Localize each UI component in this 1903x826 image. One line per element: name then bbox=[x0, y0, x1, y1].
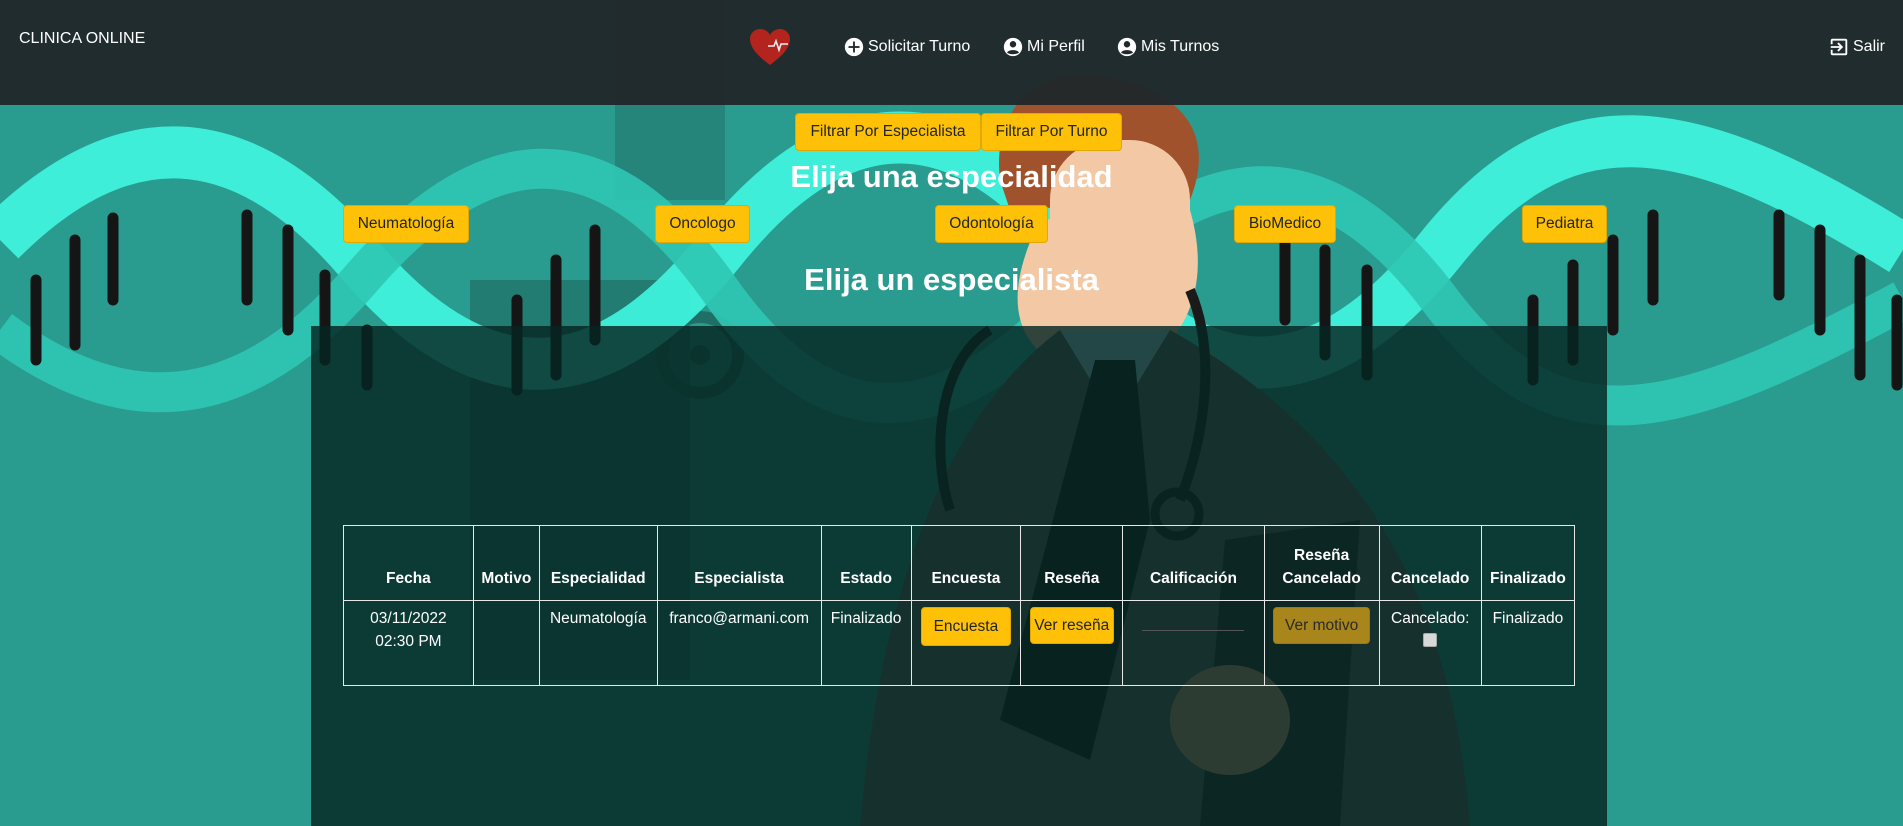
filter-by-turno-button[interactable]: Filtrar Por Turno bbox=[981, 113, 1122, 151]
specialty-button-neumatologia[interactable]: Neumatología bbox=[343, 205, 469, 243]
col-header-motivo: Motivo bbox=[472, 525, 540, 601]
ver-resena-button[interactable]: Ver reseña bbox=[1029, 607, 1114, 644]
nav-mi-perfil[interactable]: Mi Perfil bbox=[1002, 36, 1085, 58]
cancelado-label: Cancelado: bbox=[1391, 610, 1470, 627]
cell-resena-cancelado: Ver motivo bbox=[1263, 600, 1380, 686]
specialty-button-odontologia[interactable]: Odontología bbox=[935, 205, 1048, 243]
specialty-button-pediatra[interactable]: Pediatra bbox=[1522, 205, 1607, 243]
col-header-calificacion: Calificación bbox=[1122, 525, 1265, 601]
specialty-button-oncologo[interactable]: Oncologo bbox=[655, 205, 750, 243]
cell-finalizado: Finalizado bbox=[1480, 600, 1576, 686]
cell-encuesta: Encuesta bbox=[910, 600, 1022, 686]
specialist-heading: Elija un especialista bbox=[804, 262, 1099, 297]
cancelado-checkbox[interactable] bbox=[1423, 633, 1438, 647]
cell-calificacion bbox=[1122, 600, 1265, 686]
account-circle-icon bbox=[1003, 37, 1023, 57]
cell-fecha: 03/11/2022 02:30 PM bbox=[343, 600, 474, 686]
nav-salir[interactable]: Salir bbox=[1828, 36, 1885, 58]
turnos-table: Fecha Motivo Especialidad Especialista E… bbox=[343, 525, 1576, 686]
table-row: 03/11/2022 02:30 PM Neumatología franco@… bbox=[343, 600, 1576, 686]
encuesta-button[interactable]: Encuesta bbox=[920, 607, 1012, 646]
table-header-row: Fecha Motivo Especialidad Especialista E… bbox=[343, 525, 1576, 601]
nav-salir-label: Salir bbox=[1853, 38, 1886, 55]
exit-icon bbox=[1830, 38, 1848, 56]
ver-motivo-button[interactable]: Ver motivo bbox=[1273, 607, 1371, 644]
col-header-finalizado: Finalizado bbox=[1480, 525, 1576, 601]
turno-time: 02:30 PM bbox=[375, 633, 442, 650]
col-header-resena-cancelado: Reseña Cancelado bbox=[1263, 525, 1380, 601]
calificacion-divider bbox=[1142, 630, 1245, 631]
filter-by-specialist-button[interactable]: Filtrar Por Especialista bbox=[795, 113, 981, 151]
specialty-button-biomedico[interactable]: BioMedico bbox=[1234, 205, 1336, 243]
cell-resena: Ver reseña bbox=[1020, 600, 1124, 686]
col-header-resena: Reseña bbox=[1020, 525, 1124, 601]
nav-solicitar-turno-label: Solicitar Turno bbox=[868, 38, 971, 55]
nav-solicitar-turno[interactable]: Solicitar Turno bbox=[843, 36, 970, 58]
col-header-encuesta: Encuesta bbox=[910, 525, 1022, 601]
cell-especialista: franco@armani.com bbox=[656, 600, 822, 686]
cell-motivo bbox=[472, 600, 540, 686]
top-navbar: CLINICA ONLINE Solicitar Turno Mi Perfil… bbox=[0, 0, 1903, 105]
brand-title: CLINICA ONLINE bbox=[19, 30, 146, 47]
specialty-heading: Elija una especialidad bbox=[790, 159, 1113, 194]
cell-estado: Finalizado bbox=[820, 600, 912, 686]
nav-mis-turnos-label: Mis Turnos bbox=[1141, 38, 1220, 55]
cell-cancelado: Cancelado: bbox=[1378, 600, 1482, 686]
col-header-cancelado: Cancelado bbox=[1378, 525, 1482, 601]
plus-circle-icon bbox=[844, 37, 864, 57]
account-circle-icon bbox=[1117, 37, 1137, 57]
heart-logo-icon bbox=[750, 29, 790, 65]
col-header-especialista: Especialista bbox=[656, 525, 822, 601]
nav-mi-perfil-label: Mi Perfil bbox=[1027, 38, 1085, 55]
col-header-fecha: Fecha bbox=[343, 525, 474, 601]
nav-mis-turnos[interactable]: Mis Turnos bbox=[1116, 36, 1219, 58]
col-header-especialidad: Especialidad bbox=[538, 525, 658, 601]
turno-date: 03/11/2022 bbox=[370, 610, 447, 627]
col-header-estado: Estado bbox=[820, 525, 912, 601]
cell-especialidad: Neumatología bbox=[538, 600, 658, 686]
